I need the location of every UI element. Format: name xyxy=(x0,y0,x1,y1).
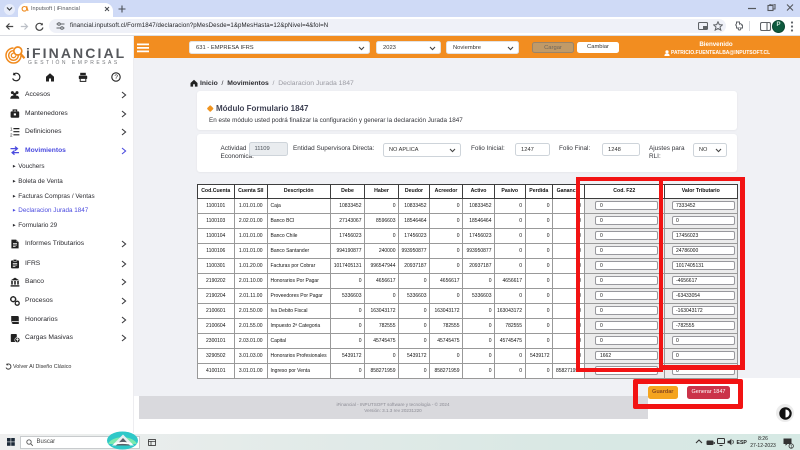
svg-text:1: 1 xyxy=(10,127,13,131)
svg-text:2: 2 xyxy=(10,133,13,137)
svg-text:?: ? xyxy=(114,74,118,81)
